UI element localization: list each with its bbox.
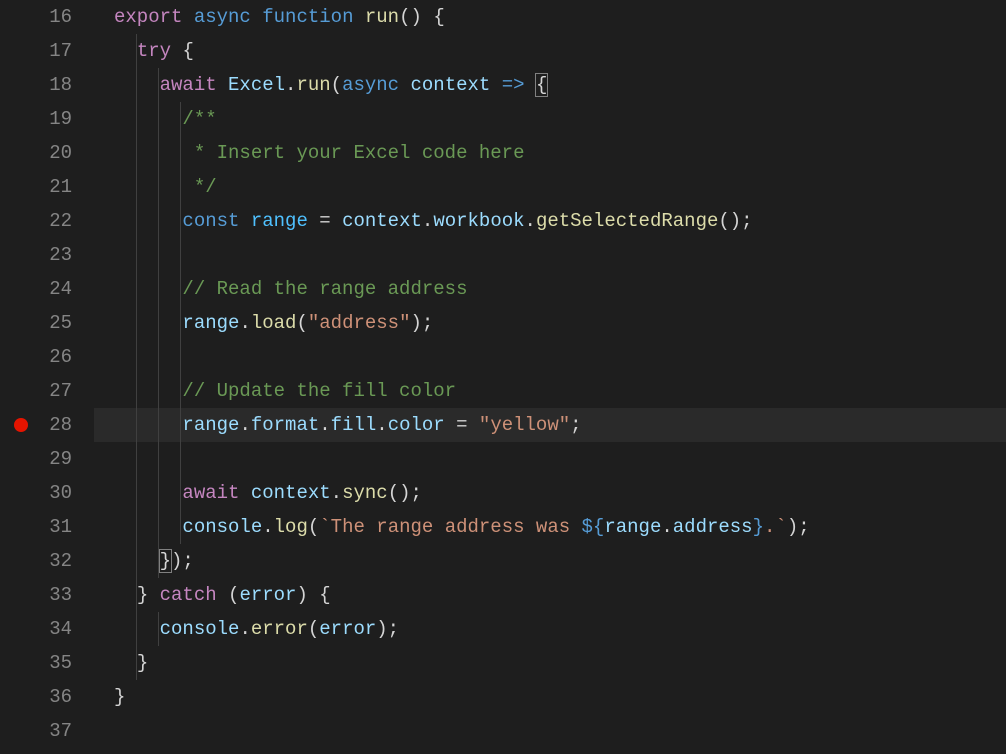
- line-number: 35: [22, 646, 72, 680]
- line-number: 26: [22, 340, 72, 374]
- code-text: [94, 720, 114, 742]
- line-number: 23: [22, 238, 72, 272]
- line-number: 20: [22, 136, 72, 170]
- code-line[interactable]: await context.sync();: [94, 476, 1006, 510]
- line-number: 22: [22, 204, 72, 238]
- code-text: await Excel.run(async context => {: [94, 74, 547, 96]
- line-number: 27: [22, 374, 72, 408]
- code-line[interactable]: // Read the range address: [94, 272, 1006, 306]
- line-number: 33: [22, 578, 72, 612]
- code-text: range.format.fill.color = "yellow";: [94, 414, 582, 436]
- code-text: [94, 244, 182, 266]
- code-line[interactable]: console.error(error);: [94, 612, 1006, 646]
- code-line[interactable]: [94, 442, 1006, 476]
- line-number: 18: [22, 68, 72, 102]
- line-number: 32: [22, 544, 72, 578]
- code-line[interactable]: }: [94, 646, 1006, 680]
- line-number: 17: [22, 34, 72, 68]
- code-text: * Insert your Excel code here: [94, 142, 524, 164]
- code-line[interactable]: });: [94, 544, 1006, 578]
- code-text: console.log(`The range address was ${ran…: [94, 516, 810, 538]
- code-line[interactable]: range.format.fill.color = "yellow";: [94, 408, 1006, 442]
- code-text: }: [94, 686, 125, 708]
- code-text: });: [94, 550, 194, 572]
- line-number: 36: [22, 680, 72, 714]
- code-line[interactable]: export async function run() {: [94, 0, 1006, 34]
- line-number: 34: [22, 612, 72, 646]
- code-text: */: [94, 176, 217, 198]
- line-number: 25: [22, 306, 72, 340]
- line-number: 24: [22, 272, 72, 306]
- line-number: 30: [22, 476, 72, 510]
- code-text: /**: [94, 108, 217, 130]
- code-editor[interactable]: 1617181920212223242526272829303132333435…: [0, 0, 1006, 754]
- code-text: }: [94, 652, 148, 674]
- line-number: 31: [22, 510, 72, 544]
- code-text: console.error(error);: [94, 618, 399, 640]
- code-text: // Update the fill color: [94, 380, 456, 402]
- line-number: 21: [22, 170, 72, 204]
- code-line[interactable]: * Insert your Excel code here: [94, 136, 1006, 170]
- code-text: // Read the range address: [94, 278, 467, 300]
- line-number: 37: [22, 714, 72, 748]
- code-line[interactable]: const range = context.workbook.getSelect…: [94, 204, 1006, 238]
- line-number: 19: [22, 102, 72, 136]
- code-line[interactable]: // Update the fill color: [94, 374, 1006, 408]
- code-text: try {: [94, 40, 194, 62]
- code-text: export async function run() {: [94, 6, 445, 28]
- code-text: const range = context.workbook.getSelect…: [94, 210, 753, 232]
- code-line[interactable]: [94, 340, 1006, 374]
- code-text: await context.sync();: [94, 482, 422, 504]
- line-number: 29: [22, 442, 72, 476]
- line-number: 16: [22, 0, 72, 34]
- code-line[interactable]: */: [94, 170, 1006, 204]
- code-line[interactable]: console.log(`The range address was ${ran…: [94, 510, 1006, 544]
- breakpoint-gutter[interactable]: [0, 0, 22, 754]
- code-line[interactable]: } catch (error) {: [94, 578, 1006, 612]
- code-line[interactable]: range.load("address");: [94, 306, 1006, 340]
- code-text: [94, 346, 182, 368]
- line-number-gutter: 1617181920212223242526272829303132333435…: [22, 0, 94, 754]
- code-line[interactable]: await Excel.run(async context => {: [94, 68, 1006, 102]
- code-line[interactable]: try {: [94, 34, 1006, 68]
- code-line[interactable]: /**: [94, 102, 1006, 136]
- code-text: range.load("address");: [94, 312, 433, 334]
- line-number: 28: [22, 408, 72, 442]
- code-line[interactable]: [94, 714, 1006, 748]
- code-line[interactable]: [94, 238, 1006, 272]
- code-line[interactable]: }: [94, 680, 1006, 714]
- code-text: [94, 448, 182, 470]
- code-text: } catch (error) {: [94, 584, 331, 606]
- code-area[interactable]: export async function run() { try { awai…: [94, 0, 1006, 754]
